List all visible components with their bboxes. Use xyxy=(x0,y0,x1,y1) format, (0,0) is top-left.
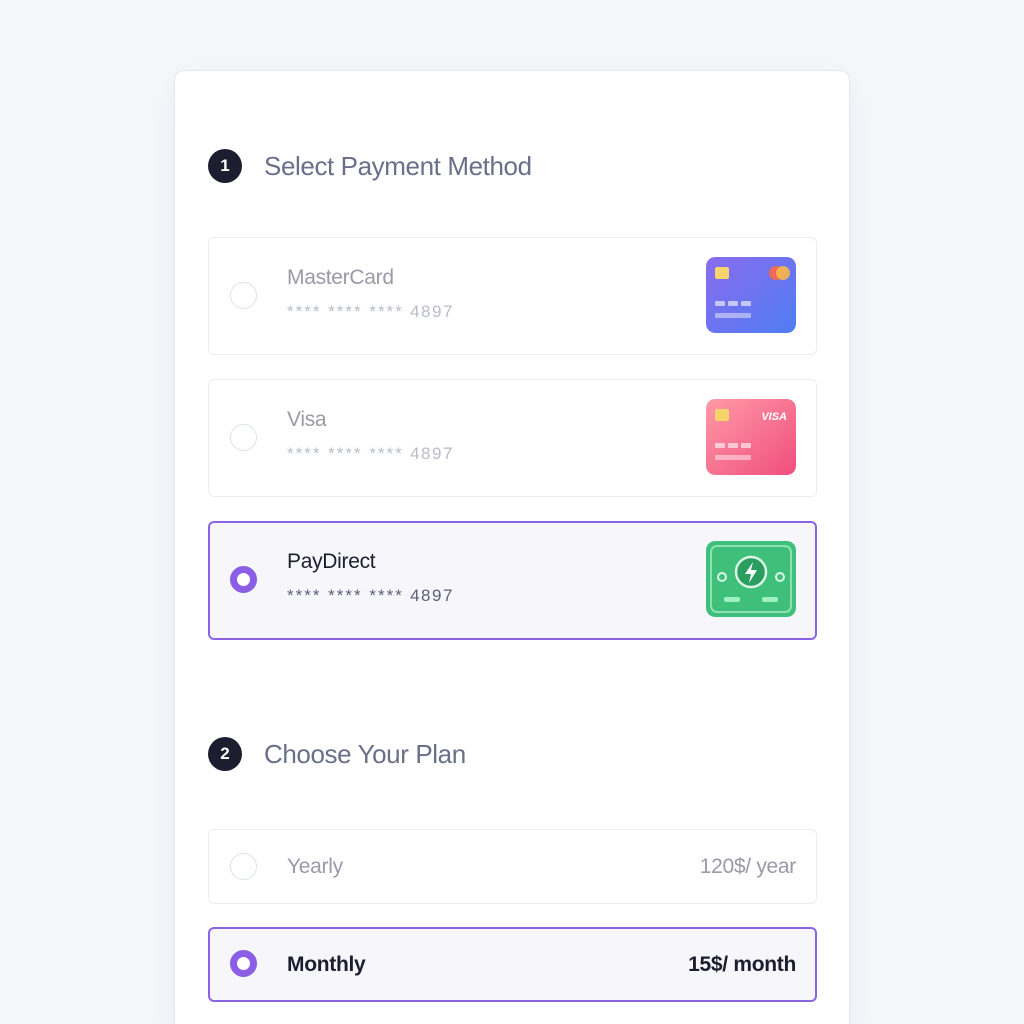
radio-paydirect[interactable] xyxy=(230,566,257,593)
plan-price: 15$/ month xyxy=(688,953,796,976)
payment-method-name: MasterCard xyxy=(287,266,394,289)
plan-section-header: 2 Choose Your Plan xyxy=(208,737,466,771)
plan-option-monthly[interactable]: Monthly 15$/ month xyxy=(208,927,817,1002)
visa-card-icon: VISA xyxy=(706,399,796,475)
radio-yearly[interactable] xyxy=(230,853,257,880)
section-title-plan: Choose Your Plan xyxy=(264,738,466,769)
payment-option-visa[interactable]: Visa **** **** **** 4897 VISA xyxy=(208,379,817,497)
section-title-payment: Select Payment Method xyxy=(264,150,532,181)
cash-bill-icon xyxy=(706,541,796,617)
plan-option-yearly[interactable]: Yearly 120$/ year xyxy=(208,829,817,904)
checkout-panel: 1 Select Payment Method MasterCard **** … xyxy=(174,70,850,1024)
radio-mastercard[interactable] xyxy=(230,282,257,309)
radio-visa[interactable] xyxy=(230,424,257,451)
plan-name: Monthly xyxy=(287,953,366,976)
card-number: **** **** **** 4897 xyxy=(287,302,454,321)
mastercard-card-icon xyxy=(706,257,796,333)
payment-method-name: PayDirect xyxy=(287,550,376,573)
payment-section-header: 1 Select Payment Method xyxy=(208,149,532,183)
card-number: **** **** **** 4897 xyxy=(287,444,454,463)
payment-option-mastercard[interactable]: MasterCard **** **** **** 4897 xyxy=(208,237,817,355)
card-number: **** **** **** 4897 xyxy=(287,586,454,605)
plan-name: Yearly xyxy=(287,855,343,878)
svg-text:VISA: VISA xyxy=(761,411,787,423)
plan-price: 120$/ year xyxy=(699,855,797,878)
step-badge-2: 2 xyxy=(208,737,242,771)
radio-monthly[interactable] xyxy=(230,950,257,977)
payment-option-paydirect[interactable]: PayDirect **** **** **** 4897 xyxy=(208,521,817,640)
step-badge-1: 1 xyxy=(208,149,242,183)
payment-method-name: Visa xyxy=(287,408,327,431)
